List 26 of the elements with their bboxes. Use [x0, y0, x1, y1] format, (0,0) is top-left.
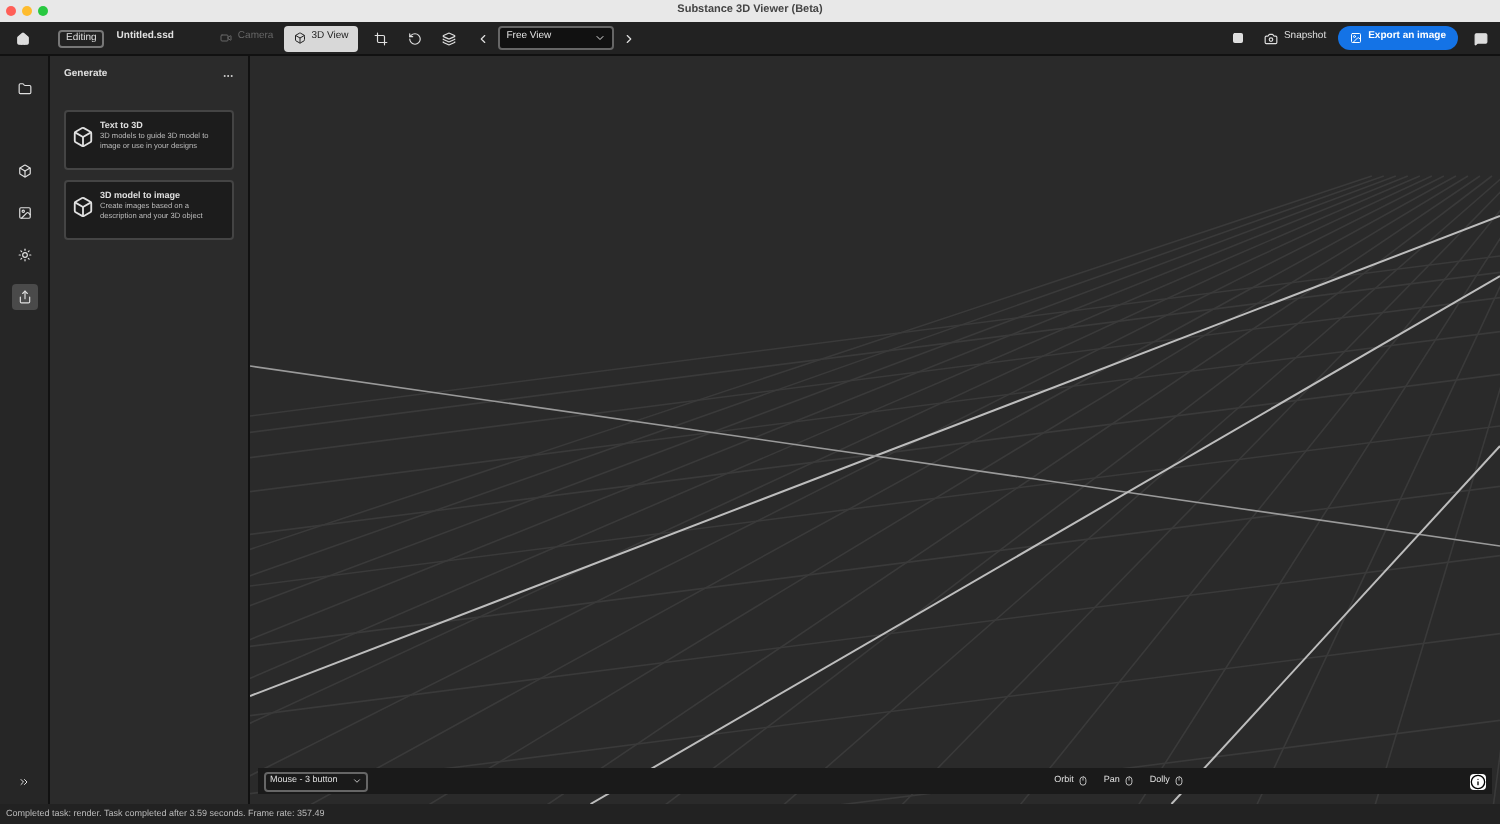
expand-icon[interactable] [18, 776, 30, 788]
chevron-down-icon [594, 32, 607, 44]
mouse-icon [1173, 776, 1184, 786]
home-icon[interactable] [16, 31, 30, 45]
cube-icon [72, 195, 94, 217]
scene-icon [17, 206, 31, 220]
layers-icon[interactable] [442, 31, 457, 45]
info-icon[interactable] [1470, 773, 1486, 789]
frame-icon[interactable] [374, 31, 389, 45]
folder-icon [17, 82, 31, 96]
objects-icon [17, 164, 31, 178]
mouse-icon [1077, 776, 1088, 786]
camera-icon [1263, 31, 1278, 45]
light-icon [17, 248, 31, 262]
image-icon [1350, 32, 1363, 44]
export-icon [17, 290, 31, 304]
chevron-down-icon [352, 776, 362, 786]
rotate-icon[interactable] [408, 31, 423, 45]
camera-icon [219, 32, 232, 44]
feedback-icon[interactable] [1474, 31, 1488, 45]
previous-icon[interactable] [476, 31, 491, 45]
mouse-icon [1123, 776, 1134, 786]
export-tab[interactable] [11, 284, 37, 310]
next-icon[interactable] [622, 31, 637, 45]
cube-icon [72, 125, 94, 147]
cube-icon [293, 32, 306, 44]
